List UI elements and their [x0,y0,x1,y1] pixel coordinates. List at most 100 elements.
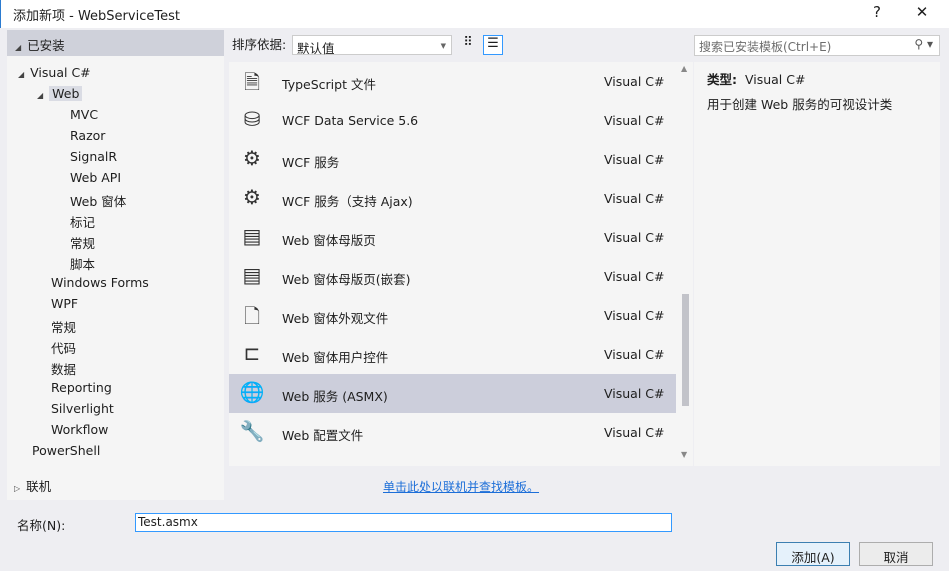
template-language: Visual C# [604,269,665,284]
skin-file-icon: 🗋 [243,304,261,328]
template-name: Web 窗体外观文件 [282,311,389,326]
tree-item[interactable]: Windows Forms [51,275,149,290]
type-value: Visual C# [744,72,806,87]
title-bar: 添加新项 - WebServiceTest ? ✕ [0,0,949,28]
template-row[interactable]: ⛁ WCF Data Service 5.6 Visual C# [229,101,676,140]
tree-item-label: SignalR [70,149,118,164]
collapsed-icon: ▷ [14,484,21,493]
tree-item-label: Workflow [51,422,109,437]
list-view-icon[interactable]: ☰ [483,35,503,55]
template-row[interactable]: 🗎 TypeScript 文件 Visual C# [229,62,676,101]
tree-item[interactable]: Silverlight [51,401,114,416]
template-name: Web 配置文件 [282,428,364,443]
wcf-service-icon: ⚙ [243,185,261,209]
template-row[interactable]: ▤ Web 窗体母版页(嵌套) Visual C# [229,257,676,296]
name-label: 名称(N): [17,518,66,533]
template-language: Visual C# [604,152,665,167]
tree-item-label: Web [49,86,83,101]
template-name: Web 服务 (ASMX) [282,389,388,404]
config-file-icon: 🔧 [239,419,265,443]
scroll-down-icon[interactable]: ▼ [681,450,687,459]
template-list: 🗎 TypeScript 文件 Visual C# ⛁ WCF Data Service… [229,62,693,466]
template-name: WCF 服务（支持 Ajax) [282,194,413,209]
tree-item[interactable]: 数据 [51,359,76,378]
cancel-button[interactable]: 取消 [859,542,933,566]
tree-item[interactable]: Web 窗体 [70,191,126,210]
tree-item-label: Silverlight [51,401,114,416]
template-row[interactable]: ⚙ WCF 服务（支持 Ajax) Visual C# [229,179,676,218]
details-panel: 类型: Visual C# 用于创建 Web 服务的可视设计类 [694,62,940,466]
close-button[interactable]: ✕ [910,3,934,23]
online-label: 联机 [26,479,52,494]
scroll-thumb[interactable] [682,294,689,406]
tree-item[interactable]: 代码 [51,338,76,357]
help-button[interactable]: ? [865,3,889,23]
tree-item[interactable]: 脚本 [70,254,95,273]
tree-item[interactable]: ◢ Visual C# [18,65,91,80]
tree-item-label: Web API [70,170,122,185]
template-description: 用于创建 Web 服务的可视设计类 [707,97,893,112]
chevron-down-icon: ▼ [440,42,446,50]
data-service-icon: ⛁ [243,107,261,131]
tree-item[interactable]: WPF [51,296,78,311]
typescript-file-icon: 🗎 [243,70,261,94]
tree-item-label: 常规 [51,320,77,335]
template-language: Visual C# [604,347,665,362]
tree-item[interactable]: Razor [70,128,105,143]
tree-item-label: 常规 [70,236,96,251]
name-input[interactable]: Test.asmx [135,513,672,532]
template-row[interactable]: 🌐 Web 服务 (ASMX) Visual C# [229,374,676,413]
scroll-up-icon[interactable]: ▲ [681,64,687,73]
tree-item-label: 代码 [51,341,77,356]
sort-label: 排序依据: [232,37,287,52]
expand-icon: ◢ [15,43,22,52]
tree-item[interactable]: 标记 [70,212,95,231]
template-row[interactable]: ⊏ Web 窗体用户控件 Visual C# [229,335,676,374]
user-control-icon: ⊏ [243,341,261,365]
tree-item-label: 脚本 [70,257,96,272]
tree-item-label: 标记 [70,215,96,230]
type-label: 类型: [707,72,737,87]
template-name: Web 窗体母版页(嵌套) [282,272,411,287]
tree-item[interactable]: Web API [70,170,121,185]
template-language: Visual C# [604,308,665,323]
tree-item-label: PowerShell [32,443,101,458]
wcf-service-icon: ⚙ [243,146,261,170]
sort-select[interactable]: 默认值 ▼ [292,35,452,56]
online-templates-link[interactable]: 单击此处以联机并查找模板。 [383,478,539,495]
search-icon[interactable]: ⚲ ▾ [914,37,933,51]
expand-icon: ◢ [18,70,25,79]
add-button[interactable]: 添加(A) [776,542,850,566]
tree-installed[interactable]: ◢ 已安装 [7,30,224,56]
search-input[interactable]: 搜索已安装模板(Ctrl+E) ⚲ ▾ [694,35,940,56]
search-placeholder: 搜索已安装模板(Ctrl+E) [699,40,832,54]
template-language: Visual C# [604,74,665,89]
tree-online[interactable]: ▷ 联机 [14,476,51,495]
template-row[interactable]: ⚙ WCF 服务 Visual C# [229,140,676,179]
small-icons-view-icon[interactable]: ⠿ [458,35,478,55]
tree-item-label: Reporting [51,380,112,395]
template-row[interactable]: 🔧 Web 配置文件 Visual C# [229,413,676,452]
tree-item-label: Visual C# [30,65,91,80]
template-name: TypeScript 文件 [282,77,376,92]
template-language: Visual C# [604,113,665,128]
tree-item[interactable]: 常规 [70,233,95,252]
tree-item-label: WPF [51,296,79,311]
template-row[interactable]: ▤ Web 窗体母版页 Visual C# [229,218,676,257]
tree-item[interactable]: Workflow [51,422,108,437]
template-language: Visual C# [604,386,665,401]
tree-item[interactable]: 常规 [51,317,76,336]
tree-item[interactable]: Reporting [51,380,112,395]
tree-item-label: 数据 [51,362,77,377]
tree-item-label: MVC [70,107,99,122]
tree-item[interactable]: MVC [70,107,98,122]
template-name: WCF Data Service 5.6 [282,113,419,128]
web-service-icon: 🌐 [239,380,265,404]
tree-item-label: Razor [70,128,106,143]
template-row[interactable]: 🗋 Web 窗体外观文件 Visual C# [229,296,676,335]
tree-item-label: Web 窗体 [70,194,127,209]
tree-item[interactable]: ◢ Web [37,86,83,101]
tree-item[interactable]: SignalR [70,149,117,164]
tree-item[interactable]: PowerShell [32,443,100,458]
template-name: Web 窗体母版页 [282,233,376,248]
